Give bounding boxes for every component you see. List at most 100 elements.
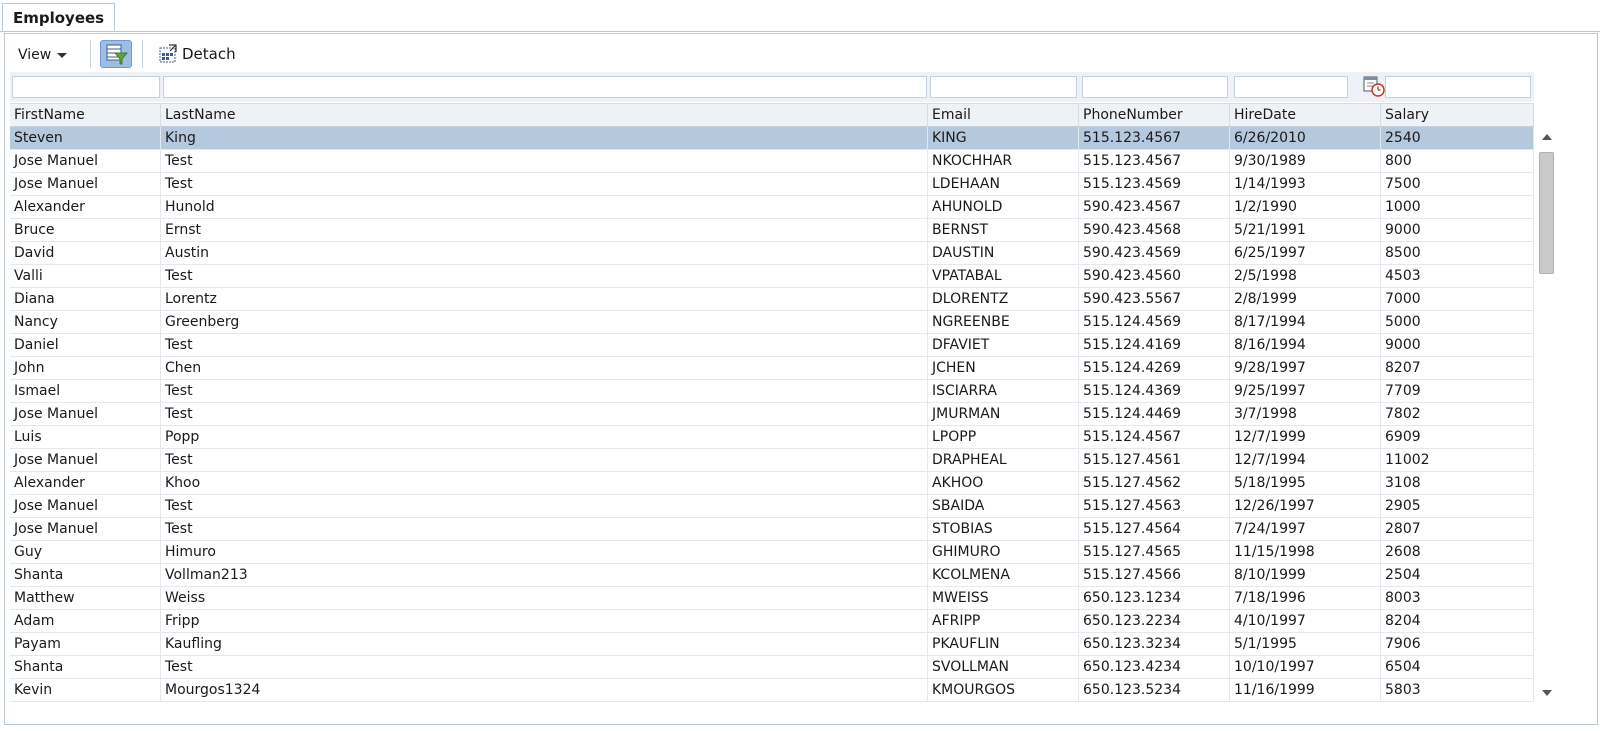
cell-phonenumber: 650.123.1234 <box>1079 587 1230 609</box>
cell-firstname: Kevin <box>10 679 161 701</box>
cell-firstname: Alexander <box>10 472 161 494</box>
detach-button[interactable]: Detach <box>158 42 236 66</box>
table-row[interactable]: Jose Manuel Test JMURMAN 515.124.4469 3/7/19… <box>10 403 1534 426</box>
cell-hiredate: 5/1/1995 <box>1230 633 1381 655</box>
cell-firstname: Jose Manuel <box>10 150 161 172</box>
table-row[interactable]: Shanta Vollman213 KCOLMENA 515.127.4566 8/10… <box>10 564 1534 587</box>
filter-hiredate-input[interactable] <box>1234 76 1348 98</box>
column-header-salary[interactable]: Salary <box>1381 104 1534 126</box>
cell-lastname: Chen <box>161 357 928 379</box>
cell-email: BERNST <box>928 219 1079 241</box>
cell-email: KMOURGOS <box>928 679 1079 701</box>
column-header-hiredate[interactable]: HireDate <box>1230 104 1381 126</box>
cell-firstname: Diana <box>10 288 161 310</box>
scroll-down-icon[interactable] <box>1542 690 1552 696</box>
cell-lastname: Vollman213 <box>161 564 928 586</box>
filter-firstname-input[interactable] <box>12 76 160 98</box>
cell-phonenumber: 515.127.4561 <box>1079 449 1230 471</box>
cell-email: STOBIAS <box>928 518 1079 540</box>
cell-phonenumber: 650.123.5234 <box>1079 679 1230 701</box>
table-row[interactable]: Alexander Khoo AKHOO 515.127.4562 5/18/1995 3… <box>10 472 1534 495</box>
view-label: View <box>18 47 52 63</box>
cell-lastname: Fripp <box>161 610 928 632</box>
cell-email: SBAIDA <box>928 495 1079 517</box>
table-row[interactable]: Guy Himuro GHIMURO 515.127.4565 11/15/1998 26… <box>10 541 1534 564</box>
cell-phonenumber: 650.123.4234 <box>1079 656 1230 678</box>
table-row[interactable]: Jose Manuel Test DRAPHEAL 515.127.4561 12/7/… <box>10 449 1534 472</box>
table-row[interactable]: Jose Manuel Test NKOCHHAR 515.123.4567 9/30/… <box>10 150 1534 173</box>
cell-firstname: Daniel <box>10 334 161 356</box>
filter-lastname-input[interactable] <box>163 76 927 98</box>
cell-salary: 9000 <box>1381 334 1534 356</box>
table-row[interactable]: Valli Test VPATABAL 590.423.4560 2/5/1998 450… <box>10 265 1534 288</box>
query-by-example-button[interactable] <box>100 40 132 68</box>
cell-email: PKAUFLIN <box>928 633 1079 655</box>
cell-salary: 6909 <box>1381 426 1534 448</box>
cell-lastname: Test <box>161 334 928 356</box>
filter-email-input[interactable] <box>930 76 1077 98</box>
cell-firstname: Shanta <box>10 656 161 678</box>
view-menu-button[interactable]: View <box>18 44 68 66</box>
cell-lastname: Test <box>161 495 928 517</box>
table-row[interactable]: Luis Popp LPOPP 515.124.4567 12/7/1999 6909 <box>10 426 1534 449</box>
filter-phonenumber-input[interactable] <box>1082 76 1228 98</box>
cell-lastname: Lorentz <box>161 288 928 310</box>
vertical-scrollbar[interactable] <box>1538 130 1555 702</box>
table-row[interactable]: Bruce Ernst BERNST 590.423.4568 5/21/1991 900… <box>10 219 1534 242</box>
cell-hiredate: 1/14/1993 <box>1230 173 1381 195</box>
cell-salary: 11002 <box>1381 449 1534 471</box>
table-row[interactable]: David Austin DAUSTIN 590.423.4569 6/25/1997 8… <box>10 242 1534 265</box>
column-header-email[interactable]: Email <box>928 104 1079 126</box>
cell-email: GHIMURO <box>928 541 1079 563</box>
cell-hiredate: 1/2/1990 <box>1230 196 1381 218</box>
cell-firstname: Ismael <box>10 380 161 402</box>
table-row[interactable]: Diana Lorentz DLORENTZ 590.423.5567 2/8/1999… <box>10 288 1534 311</box>
table-row[interactable]: Daniel Test DFAVIET 515.124.4169 8/16/1994 90… <box>10 334 1534 357</box>
cell-hiredate: 5/21/1991 <box>1230 219 1381 241</box>
table-row[interactable]: Alexander Hunold AHUNOLD 590.423.4567 1/2/19… <box>10 196 1534 219</box>
table-row[interactable]: Nancy Greenberg NGREENBE 515.124.4569 8/17/1… <box>10 311 1534 334</box>
table-row[interactable]: Jose Manuel Test STOBIAS 515.127.4564 7/24/1… <box>10 518 1534 541</box>
cell-lastname: Ernst <box>161 219 928 241</box>
table-row[interactable]: Jose Manuel Test LDEHAAN 515.123.4569 1/14/1… <box>10 173 1534 196</box>
table-row[interactable]: Matthew Weiss MWEISS 650.123.1234 7/18/1996 8… <box>10 587 1534 610</box>
scroll-up-icon[interactable] <box>1542 134 1552 140</box>
cell-firstname: Payam <box>10 633 161 655</box>
cell-salary: 2504 <box>1381 564 1534 586</box>
cell-salary: 6504 <box>1381 656 1534 678</box>
cell-phonenumber: 590.423.4569 <box>1079 242 1230 264</box>
cell-firstname: Jose Manuel <box>10 518 161 540</box>
column-header-phonenumber[interactable]: PhoneNumber <box>1079 104 1230 126</box>
table-row[interactable]: Steven King KING 515.123.4567 6/26/2010 2540 <box>10 127 1534 150</box>
scrollbar-thumb[interactable] <box>1539 152 1554 274</box>
cell-firstname: Shanta <box>10 564 161 586</box>
cell-hiredate: 2/5/1998 <box>1230 265 1381 287</box>
table-row[interactable]: Kevin Mourgos1324 KMOURGOS 650.123.5234 11/1… <box>10 679 1534 702</box>
detach-icon <box>159 44 177 63</box>
cell-email: KCOLMENA <box>928 564 1079 586</box>
cell-email: JMURMAN <box>928 403 1079 425</box>
table-row[interactable]: Jose Manuel Test SBAIDA 515.127.4563 12/26/1… <box>10 495 1534 518</box>
cell-lastname: Mourgos1324 <box>161 679 928 701</box>
cell-salary: 7906 <box>1381 633 1534 655</box>
filter-row <box>10 72 1534 102</box>
cell-email: AKHOO <box>928 472 1079 494</box>
column-header-lastname[interactable]: LastName <box>161 104 928 126</box>
cell-lastname: Test <box>161 403 928 425</box>
cell-hiredate: 5/18/1995 <box>1230 472 1381 494</box>
filter-salary-input[interactable] <box>1385 76 1531 98</box>
date-picker-icon[interactable] <box>1362 74 1386 98</box>
column-header-firstname[interactable]: FirstName <box>10 104 161 126</box>
cell-email: VPATABAL <box>928 265 1079 287</box>
table-row[interactable]: Shanta Test SVOLLMAN 650.123.4234 10/10/1997… <box>10 656 1534 679</box>
table-row[interactable]: Adam Fripp AFRIPP 650.123.2234 4/10/1997 8204 <box>10 610 1534 633</box>
table-row[interactable]: Payam Kaufling PKAUFLIN 650.123.3234 5/1/199… <box>10 633 1534 656</box>
cell-hiredate: 2/8/1999 <box>1230 288 1381 310</box>
cell-firstname: David <box>10 242 161 264</box>
table-row[interactable]: Ismael Test ISCIARRA 515.124.4369 9/25/1997 7… <box>10 380 1534 403</box>
cell-phonenumber: 515.123.4567 <box>1079 127 1230 149</box>
table-row[interactable]: John Chen JCHEN 515.124.4269 9/28/1997 8207 <box>10 357 1534 380</box>
tab-employees[interactable]: Employees <box>2 3 116 31</box>
cell-salary: 8207 <box>1381 357 1534 379</box>
cell-firstname: Matthew <box>10 587 161 609</box>
